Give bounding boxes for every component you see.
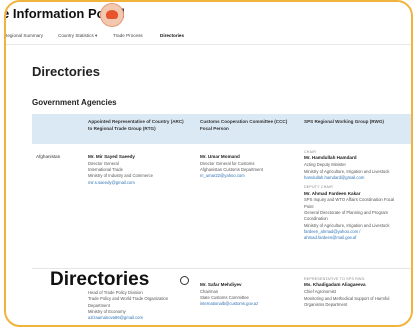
contact-title: SPS Inquiry and WTO Affairs Coordination… [304,197,395,209]
contact-name: Mr. Umar Momand [200,154,240,159]
contact-email-link[interactable]: internationalb@customs.gov.az [200,301,292,307]
contact-name: Mr. Hamdullah Hamdard [304,155,357,161]
contact-name: Mr. Safar Mehdiyev [200,282,242,287]
page-title: Directories [32,64,100,79]
country-name: Afghanistan [36,154,61,159]
arc-contact: Head of Trade Policy Division Trade Poli… [88,290,188,321]
contact-email-link[interactable]: m_umar22@yahoo.com [200,173,292,179]
contact-name: Mr. Mir Sayed Saeedy [88,154,135,159]
contact-name: Mr. Ahmad Fardeen Kakar [304,190,361,196]
sps-contacts: REPRESENTATIVE TO SPS RWG Ms. Khadigadam… [304,277,404,308]
section-title: Government Agencies [32,98,117,107]
column-header-arc: Appointed Representative of Country (ARC… [88,119,184,131]
contact-name: Ms. Khadigadam Aliagaeeva [304,282,366,288]
circle-icon [180,276,189,285]
logo-icon[interactable] [100,3,124,27]
contact-email-link[interactable]: fardeen_ahmad@yahoo.com / ahmad.fardeen@… [304,229,404,242]
contact-title: Trade Policy and World Trade Organizatio… [88,296,169,308]
main-nav: Regional Summary Country Statistics ▾ Tr… [6,30,411,45]
contact-email-link[interactable]: azizaamanova86@gmail.com [88,315,188,321]
nav-trade-process[interactable]: Trade Process [113,33,143,38]
column-header-sps: SPS Regional Working Group (RWG) [304,119,384,124]
nav-country-statistics[interactable]: Country Statistics ▾ [58,33,97,39]
ccc-contact: Mr. Safar Mehdiyev Chairman State Custom… [200,282,292,308]
contact-org: Ministry of Agriculture, Irrigation and … [304,222,390,228]
nav-directories[interactable]: Directories [160,33,184,38]
contact-email-link[interactable]: mir.s.saeedy@gmail.com [88,180,188,186]
sps-contacts: CHAIR Mr. Hamdullah Hamdard Acting Deput… [304,150,404,242]
top-header: e Information Portal [6,2,411,31]
contact-org: Monitoring and Methodical Support of Har… [304,295,390,307]
column-header-ccc: Customs Cooperation Committee (CCC) Foca… [200,119,288,131]
nav-regional-summary[interactable]: Regional Summary [6,33,43,38]
table-header: Appointed Representative of Country (ARC… [32,114,411,144]
contact-org: Ministry of Agriculture, Irrigation and … [304,168,390,174]
ccc-contact: Mr. Umar Momand Director General for Cus… [200,154,292,180]
arc-contact: Mr. Mir Sayed Saeedy Director General In… [88,154,188,186]
overlay-directories-label: Directories [50,269,150,290]
contact-org: General Directorate of Planning and Prog… [304,210,389,222]
